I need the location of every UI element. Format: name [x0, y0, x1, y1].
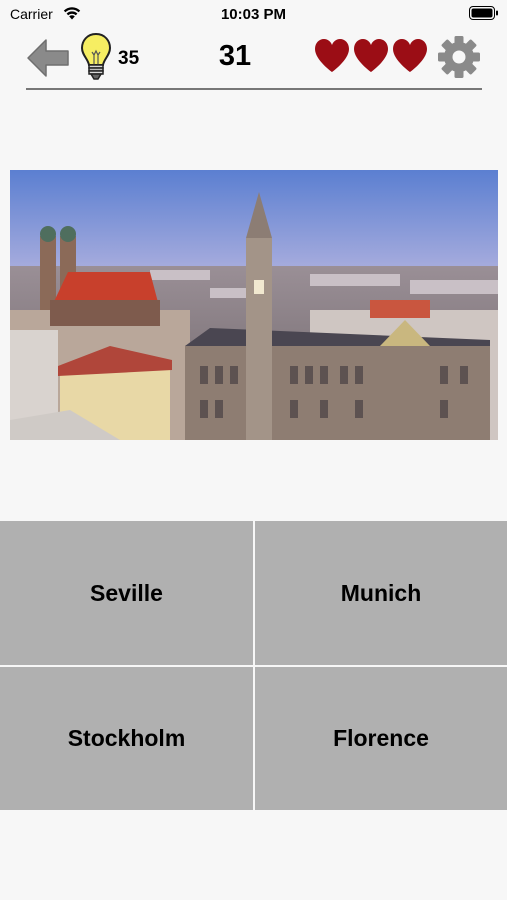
header-divider: [26, 88, 482, 90]
heart-icon: [315, 39, 349, 72]
answer-grid: Seville Munich Stockholm Florence: [0, 521, 507, 810]
gear-icon: [438, 36, 480, 78]
answer-button-seville[interactable]: Seville: [0, 521, 253, 665]
settings-button[interactable]: [437, 35, 481, 79]
answer-button-stockholm[interactable]: Stockholm: [0, 667, 253, 810]
heart-icon: [354, 39, 388, 72]
heart-icon: [393, 39, 427, 72]
answer-button-florence[interactable]: Florence: [255, 667, 507, 810]
top-bar: 35 31: [0, 28, 507, 90]
battery-icon: [469, 6, 499, 25]
status-bar: Carrier 10:03 PM: [0, 0, 507, 28]
status-time: 10:03 PM: [220, 6, 287, 23]
city-photo: [10, 170, 498, 440]
answer-button-munich[interactable]: Munich: [255, 521, 507, 665]
